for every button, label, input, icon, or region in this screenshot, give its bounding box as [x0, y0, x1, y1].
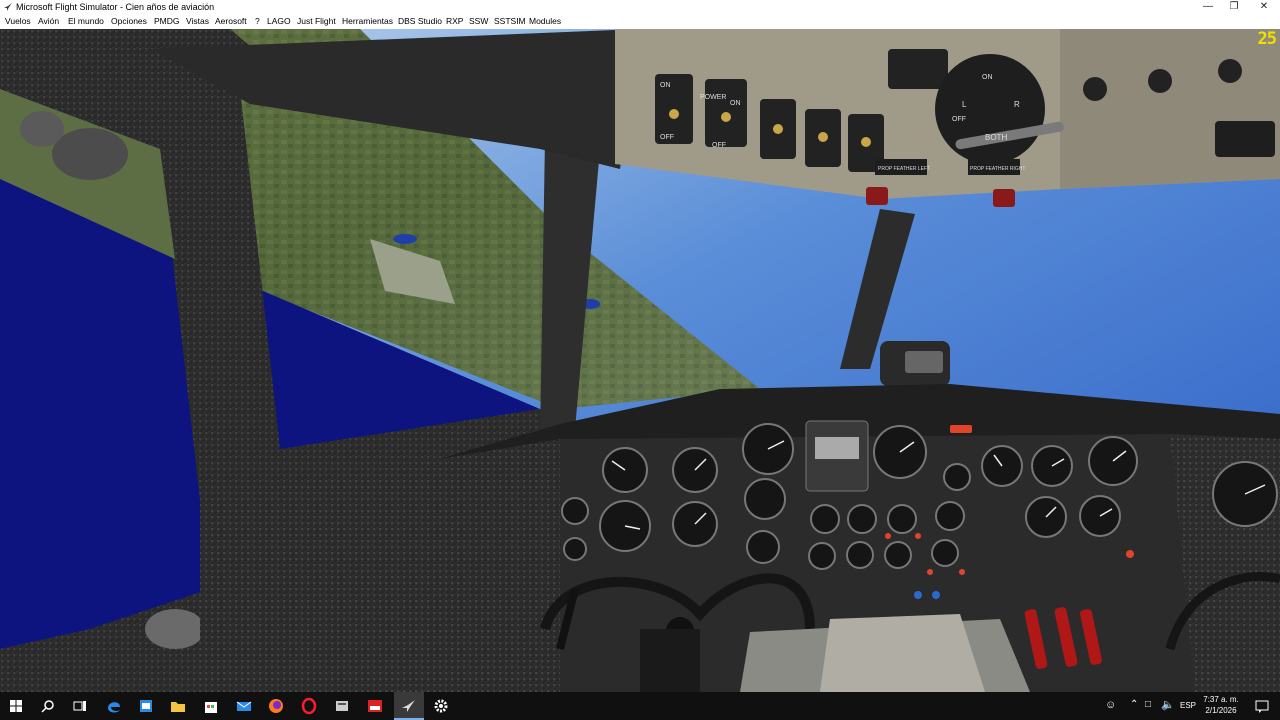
flight-simulator-app-icon — [4, 3, 12, 11]
minimize-button[interactable]: — — [1194, 0, 1222, 14]
menu-just-flight[interactable]: Just Flight — [297, 14, 336, 29]
mail-icon[interactable] — [234, 696, 254, 716]
app-red-icon[interactable] — [365, 696, 385, 716]
file-explorer-icon[interactable] — [168, 696, 188, 716]
window-title: Microsoft Flight Simulator - Cien años d… — [16, 2, 215, 12]
settings-icon[interactable] — [431, 696, 451, 716]
prop-feather-right-button[interactable] — [993, 189, 1015, 207]
network-icon[interactable]: □ — [1145, 699, 1151, 710]
menu-lago[interactable]: LAGO — [267, 14, 291, 29]
menu-avion[interactable]: Avión — [38, 14, 59, 29]
menu-rxp[interactable]: RXP — [446, 14, 463, 29]
magneto-on-label: ON — [982, 74, 993, 81]
clock[interactable]: 7:37 a. m. 2/1/2026 — [1200, 694, 1242, 716]
flight-simulator-taskbar-button[interactable] — [394, 692, 424, 720]
menu-herramientas[interactable]: Herramientas — [342, 14, 393, 29]
switch-on-right-label: ON — [730, 100, 741, 107]
windows-start-icon[interactable] — [6, 696, 26, 716]
magneto-switch[interactable] — [935, 54, 1045, 164]
power-label: POWER — [700, 94, 726, 101]
firefox-icon[interactable] — [266, 696, 286, 716]
menu-vistas[interactable]: Vistas — [186, 14, 209, 29]
fps-counter: 25 — [1257, 29, 1278, 49]
clock-time: 7:37 a. m. — [1203, 695, 1239, 704]
flight-simulator-icon — [402, 700, 415, 712]
menu-ssw[interactable]: SSW — [469, 14, 488, 29]
prop-feather-left-button[interactable] — [866, 187, 888, 205]
language-indicator[interactable]: ESP — [1180, 701, 1196, 710]
magneto-l-label: L — [962, 100, 967, 109]
menu-dbs-studio[interactable]: DBS Studio — [398, 14, 442, 29]
volume-icon[interactable]: 🔈 — [1161, 698, 1175, 711]
switch-off-left-label: OFF — [660, 134, 674, 141]
menu-vuelos[interactable]: Vuelos — [5, 14, 31, 29]
switch-on-left-label: ON — [660, 82, 671, 89]
chevron-up-icon[interactable]: ⌃ — [1130, 699, 1138, 710]
magneto-both-label: BOTH — [985, 133, 1007, 142]
prop-feather-left-label: PROP FEATHER LEFT — [878, 166, 930, 172]
people-icon[interactable]: ☺ — [1105, 699, 1116, 711]
cockpit-view: BOTH L R ON OFF ON OFF POWER ON OFF PROP… — [0, 29, 1280, 692]
menu-bar: Vuelos Avión El mundo Opciones PMDG Vist… — [0, 14, 1280, 29]
store-icon[interactable] — [136, 696, 156, 716]
notifications-icon[interactable] — [1252, 696, 1272, 716]
menu-el-mundo[interactable]: El mundo — [68, 14, 104, 29]
switch-off-right-label: OFF — [712, 142, 726, 149]
opera-icon[interactable] — [299, 696, 319, 716]
search-icon[interactable] — [38, 696, 58, 716]
menu-aerosoft[interactable]: Aerosoft — [215, 14, 247, 29]
task-view-icon[interactable] — [70, 696, 90, 716]
close-button[interactable]: ✕ — [1250, 0, 1278, 14]
menu-opciones[interactable]: Opciones — [111, 14, 147, 29]
maximize-button[interactable]: ❐ — [1220, 0, 1248, 14]
prop-feather-right-label: PROP FEATHER RIGHT — [970, 166, 1025, 172]
edge-icon[interactable] — [104, 696, 124, 716]
magneto-off-label: OFF — [952, 116, 966, 123]
app-icon[interactable] — [332, 696, 352, 716]
taskbar: ☺ ⌃ □ 🔈 ESP 7:37 a. m. 2/1/2026 — [0, 692, 1280, 720]
store-bag-icon[interactable] — [201, 696, 221, 716]
simulator-viewport[interactable]: BOTH L R ON OFF ON OFF POWER ON OFF PROP… — [0, 29, 1280, 692]
title-bar: Microsoft Flight Simulator - Cien años d… — [0, 0, 1280, 14]
window-latch-knob — [52, 128, 128, 180]
menu-modules[interactable]: Modules — [529, 14, 561, 29]
clock-date: 2/1/2026 — [1205, 706, 1237, 715]
menu-pmdg[interactable]: PMDG — [154, 14, 180, 29]
menu-sstsim[interactable]: SSTSIM — [494, 14, 526, 29]
magneto-r-label: R — [1014, 100, 1020, 109]
menu-help[interactable]: ? — [255, 14, 260, 29]
